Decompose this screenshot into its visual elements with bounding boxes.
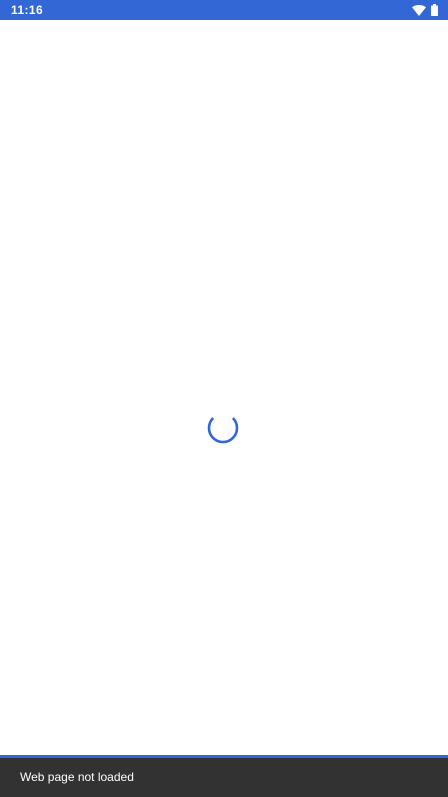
web-content-area [0,20,448,755]
status-time: 11:16 [11,3,44,17]
snackbar: Web page not loaded [0,758,448,797]
battery-icon [431,4,438,16]
status-icons [412,3,438,17]
loading-spinner-icon [205,410,241,446]
wifi-icon [412,4,426,16]
status-bar: 11:16 [0,0,448,20]
snackbar-message: Web page not loaded [20,770,134,784]
